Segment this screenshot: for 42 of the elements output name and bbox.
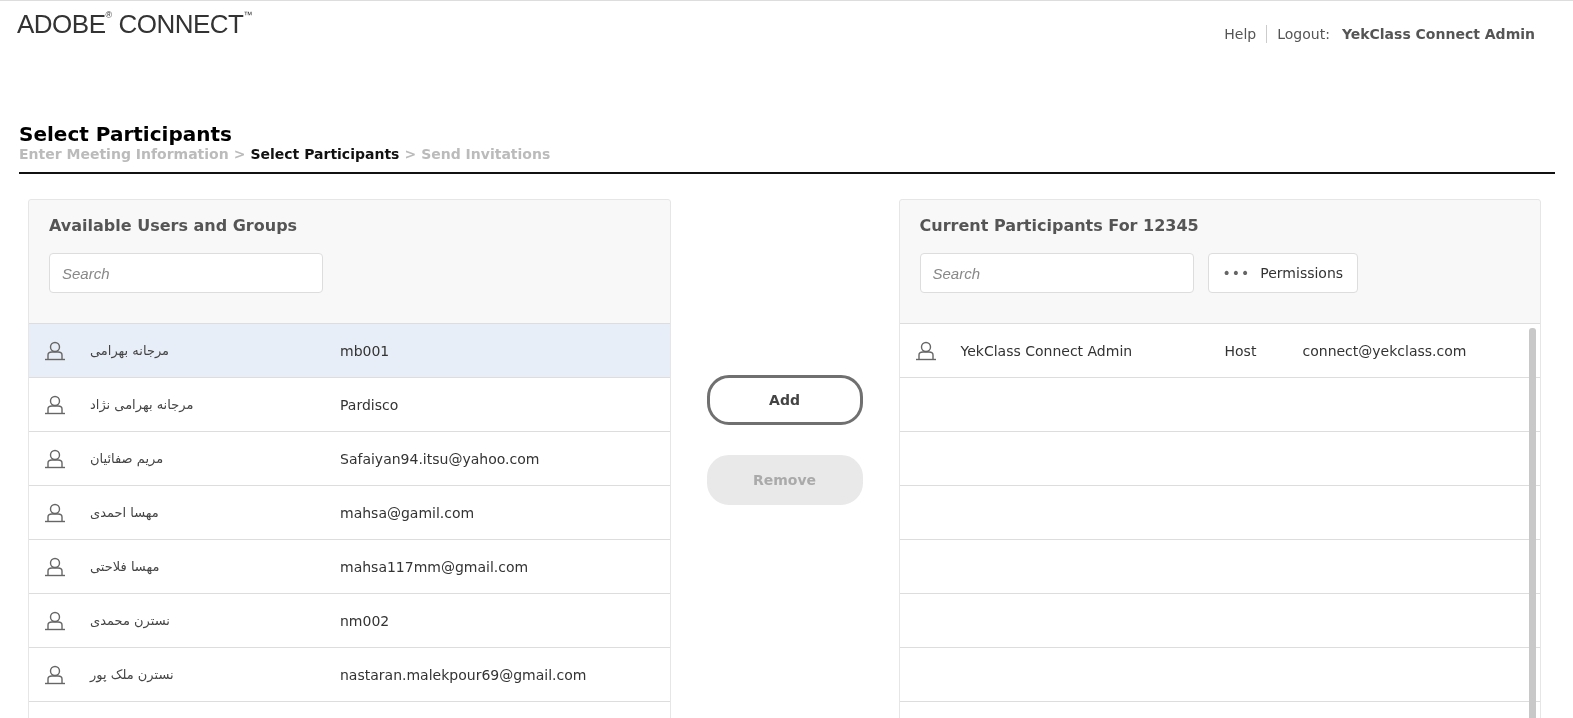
user-login: Pardisco bbox=[340, 396, 399, 413]
scrollbar-thumb[interactable] bbox=[1529, 328, 1536, 718]
panel-title: Available Users and Groups bbox=[49, 216, 299, 235]
participant-email: connect@yekclass.com bbox=[1302, 342, 1467, 359]
help-link[interactable]: Help bbox=[1224, 26, 1257, 42]
user-login: nastaran.malekpour69@gmail.com bbox=[340, 666, 587, 683]
user-name: نسترن ملک پور bbox=[90, 667, 175, 682]
user-name: مهسا فلاحتی bbox=[90, 559, 161, 574]
user-icon bbox=[44, 340, 66, 361]
logout-user-link[interactable]: YekClass Connect Admin bbox=[1341, 26, 1535, 42]
user-icon bbox=[44, 448, 66, 469]
user-login: mb001 bbox=[340, 342, 390, 359]
user-login: Safaiyan94.itsu@yahoo.com bbox=[340, 450, 540, 467]
wizard-step: Send Invitations bbox=[421, 146, 551, 162]
user-name: مرجانه بهرامی نژاد bbox=[90, 397, 195, 412]
wizard-step: Select Participants bbox=[250, 146, 400, 162]
participant-role: Host bbox=[1224, 342, 1258, 359]
user-icon bbox=[44, 502, 66, 523]
user-icon bbox=[914, 340, 937, 361]
search-field[interactable]: Search bbox=[919, 253, 1194, 293]
user-login: mahsa@gamil.com bbox=[340, 504, 475, 521]
user-name: مریم صفائیان bbox=[90, 451, 165, 466]
user-icon bbox=[44, 664, 66, 685]
participant-name: YekClass Connect Admin bbox=[960, 342, 1134, 359]
user-icon bbox=[44, 610, 66, 631]
step-separator: > bbox=[404, 146, 417, 162]
user-name: مهسا احمدی bbox=[90, 505, 160, 520]
permissions-button[interactable]: ••• Permissions bbox=[1207, 253, 1359, 293]
wizard-step: Enter Meeting Information bbox=[19, 146, 229, 162]
user-name: مرجانه بهرامی bbox=[90, 343, 171, 358]
user-icon bbox=[44, 394, 66, 415]
action-button[interactable]: Add bbox=[706, 375, 863, 425]
page-title: Select Participants bbox=[19, 123, 233, 145]
step-separator: > bbox=[233, 146, 246, 162]
user-login: nm002 bbox=[340, 612, 390, 629]
adobe-connect-logo: ADOBE$^{®}$ CONNECT$^{™}$ bbox=[17, 11, 252, 37]
user-login: mahsa117mm@gmail.com bbox=[340, 558, 529, 575]
user-icon bbox=[44, 556, 66, 577]
logout-label: Logout: bbox=[1277, 26, 1330, 42]
user-name: نسترن محمدی bbox=[90, 613, 171, 628]
search-field[interactable]: Search bbox=[49, 253, 323, 293]
panel-title: Current Participants For 12345 bbox=[919, 216, 1200, 235]
